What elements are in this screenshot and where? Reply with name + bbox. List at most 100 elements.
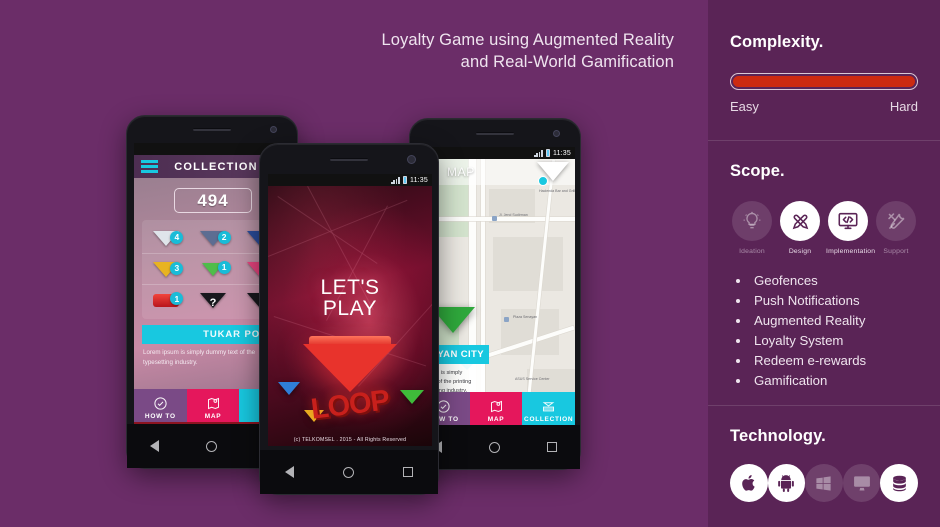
tab-map[interactable]: MAP bbox=[186, 389, 240, 426]
splash-artwork: LET'S PLAY LOOP (c) TELKOMSEL . 2015 - A… bbox=[268, 186, 432, 446]
phone-mockup-splash: 11:35 LET'S PLAY LOOP (c) TELKOMSEL . 20… bbox=[259, 143, 439, 495]
pen-ruler-icon bbox=[780, 201, 820, 241]
speaker-grille bbox=[193, 128, 231, 131]
scope-stage-design[interactable]: Design bbox=[778, 201, 822, 255]
tab-collection[interactable]: COLLECTION bbox=[522, 392, 575, 429]
complexity-title: Complexity. bbox=[730, 33, 824, 51]
battery-icon bbox=[545, 149, 550, 157]
apple-icon[interactable] bbox=[730, 464, 768, 502]
scope-stage-label: Support bbox=[883, 248, 909, 255]
gem-count-badge: 3 bbox=[170, 261, 184, 275]
lightbulb-icon bbox=[732, 201, 772, 241]
front-camera bbox=[407, 155, 416, 164]
splash-title-line-1: LET'S bbox=[320, 276, 380, 299]
recent-square-icon[interactable] bbox=[403, 467, 414, 477]
technology-platform-list bbox=[730, 464, 918, 502]
front-camera bbox=[270, 126, 277, 133]
headline-line-2: and Real-World Gamification bbox=[460, 52, 674, 71]
scope-title: Scope. bbox=[730, 162, 785, 180]
copyright-text: (c) TELKOMSEL . 2015 - All Rights Reserv… bbox=[293, 437, 407, 443]
scope-stage-support[interactable]: Support bbox=[874, 201, 918, 255]
recent-square-icon[interactable] bbox=[546, 442, 557, 452]
map-poi-label: Hacienda Bar and Grill bbox=[539, 189, 575, 193]
scope-stage-list: Ideation Design Implementation Support bbox=[730, 201, 918, 255]
tab-label: MAP bbox=[487, 415, 505, 423]
gem-cell[interactable]: 1 bbox=[189, 260, 236, 276]
gem-count-badge: 2 bbox=[217, 230, 231, 244]
splash-title-line-2: PLAY bbox=[322, 296, 378, 320]
home-circle-icon[interactable] bbox=[342, 466, 354, 478]
status-clock: 11:35 bbox=[410, 176, 428, 184]
android-icon[interactable] bbox=[767, 464, 806, 502]
points-count: 494 bbox=[174, 188, 252, 213]
scope-stage-ideation[interactable]: Ideation bbox=[730, 201, 774, 255]
map-canvas[interactable]: Jl. Jend Sudirman Plaza Senayan Hacienda… bbox=[417, 159, 575, 429]
windows-icon[interactable] bbox=[805, 464, 843, 502]
info-sidebar: Complexity. Easy Hard Scope. Ideation De… bbox=[708, 0, 940, 527]
gems-icon bbox=[542, 401, 555, 411]
map-poi-label: Jl. Jend Sudirman bbox=[499, 213, 528, 217]
back-triangle-icon[interactable] bbox=[284, 466, 294, 478]
desktop-icon[interactable] bbox=[842, 464, 881, 502]
feature-item: Augmented Reality bbox=[730, 311, 918, 331]
hamburger-menu-icon[interactable] bbox=[141, 160, 158, 173]
scope-stage-implementation[interactable]: Implementation bbox=[826, 201, 875, 255]
gem-cell[interactable]: 3 bbox=[142, 261, 189, 277]
tab-label: MAP bbox=[204, 412, 222, 420]
diamond-count-badge bbox=[538, 176, 548, 186]
headline-line-1: Loyalty Game using Augmented Reality bbox=[381, 31, 674, 49]
speaker-grille bbox=[476, 132, 514, 135]
home-circle-icon[interactable] bbox=[205, 440, 217, 452]
home-circle-icon[interactable] bbox=[488, 441, 500, 453]
scope-panel: Scope. Ideation Design Implementation Su… bbox=[708, 140, 940, 405]
map-screen: 11:35 Jl. Jend Sudirman Plaza Senayan Ha… bbox=[417, 147, 575, 429]
battery-icon bbox=[402, 176, 407, 184]
gem-cell[interactable]: 4 bbox=[142, 230, 189, 246]
complexity-meter-fill bbox=[732, 75, 916, 88]
signal-icon bbox=[391, 177, 400, 184]
map-building bbox=[493, 237, 563, 291]
tab-label: COLLECTION bbox=[524, 415, 574, 423]
feature-item: Loyalty System bbox=[730, 331, 918, 351]
tab-label: HOW TO bbox=[144, 412, 176, 420]
locked-question-mark: ? bbox=[209, 297, 217, 309]
signal-icon bbox=[534, 150, 543, 157]
speaker-grille bbox=[330, 158, 368, 161]
database-icon[interactable] bbox=[880, 464, 918, 502]
mini-gem-blue bbox=[278, 382, 300, 395]
page-title: Loyalty Game using Augmented Reality and… bbox=[214, 30, 674, 74]
status-bar: 11:35 bbox=[268, 174, 432, 186]
tab-how-to[interactable]: HOW TO bbox=[134, 389, 187, 426]
scope-feature-list: Geofences Push Notifications Augmented R… bbox=[730, 271, 918, 391]
splash-screen: 11:35 LET'S PLAY LOOP (c) TELKOMSEL . 20… bbox=[268, 174, 432, 446]
map-poi-pin[interactable] bbox=[492, 216, 497, 221]
tab-map[interactable]: MAP bbox=[469, 392, 523, 429]
map-poi-label: Plaza Senayan bbox=[513, 315, 538, 319]
splash-title: LET'S PLAY bbox=[268, 276, 432, 320]
scope-stage-label: Ideation bbox=[739, 248, 765, 255]
front-camera bbox=[553, 130, 560, 137]
feature-item: Gamification bbox=[730, 371, 918, 391]
technology-panel: Technology. bbox=[708, 405, 940, 527]
complexity-meter bbox=[730, 73, 918, 90]
technology-title: Technology. bbox=[730, 427, 826, 445]
feature-item: Geofences bbox=[730, 271, 918, 291]
code-screen-icon bbox=[828, 201, 868, 241]
feature-item: Push Notifications bbox=[730, 291, 918, 311]
gem-cell[interactable]: ? bbox=[189, 293, 236, 309]
check-circle-icon bbox=[154, 396, 167, 410]
tools-icon bbox=[876, 201, 916, 241]
android-navigation-bar bbox=[260, 450, 438, 494]
complexity-min-label: Easy bbox=[730, 99, 759, 114]
map-poi-label: ASUS Service Center bbox=[515, 377, 550, 381]
gem-count-badge: 4 bbox=[170, 230, 184, 244]
gem-cell[interactable]: 1 bbox=[142, 292, 189, 307]
map-poi-pin[interactable] bbox=[504, 317, 509, 322]
gem-cell[interactable]: 2 bbox=[189, 230, 236, 246]
map-header: MAP bbox=[417, 159, 575, 186]
main-content-area: Loyalty Game using Augmented Reality and… bbox=[0, 0, 708, 527]
map-pin-icon bbox=[490, 400, 502, 412]
gem-count-badge: 1 bbox=[217, 260, 231, 274]
map-title: MAP bbox=[447, 165, 475, 179]
back-triangle-icon[interactable] bbox=[150, 440, 160, 452]
